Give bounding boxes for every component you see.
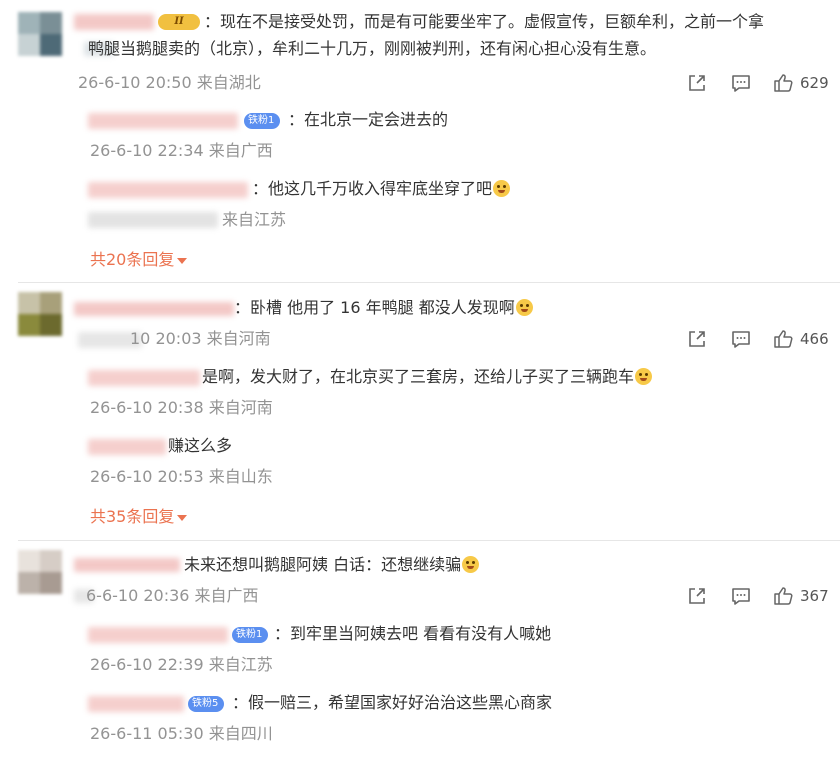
thumbs-up-icon[interactable] (772, 328, 794, 350)
share-icon[interactable] (686, 328, 708, 350)
divider (18, 540, 840, 541)
comment-text-content: 未来还想叫鹅腿阿姨 白话：还想继续骗 (184, 555, 462, 574)
emoji-icon (635, 368, 653, 385)
comment-text: ：现在不是接受处罚，而是有可能要坐牢了。虚假宣传，巨额牟利，之前一个拿 (204, 12, 765, 31)
reply-text: ：他这几千万收入得牢底坐穿了吧 (252, 178, 511, 200)
like-count: 466 (800, 330, 829, 348)
reply-text-content: ：他这几千万收入得牢底坐穿了吧 (252, 179, 493, 198)
reply-username-redacted[interactable] (88, 696, 184, 712)
chevron-down-icon (177, 257, 188, 264)
reply-meta: 26-6-10 22:39 来自江苏 (90, 655, 273, 674)
reply-meta: 26-6-11 05:30 来自四川 (90, 724, 273, 743)
username-redacted[interactable] (74, 14, 154, 30)
comment-icon[interactable] (730, 328, 752, 350)
comment-meta: 10 20:03 来自河南 (130, 329, 271, 348)
comment-text-line2: 鸭腿当鹅腿卖的（北京），牟利二十几万，刚刚被判刑，还有闲心担心没有生意。 (88, 39, 657, 58)
comment-text: 未来还想叫鹅腿阿姨 白话：还想继续骗 (184, 554, 480, 576)
more-replies-link[interactable]: 共35条回复 (90, 506, 188, 528)
comment-meta: 6-6-10 20:36 来自广西 (86, 586, 259, 605)
more-replies-label: 共20条回复 (90, 250, 175, 269)
reply-username-redacted[interactable] (88, 182, 248, 198)
reply-text: 是啊，发大财了，在北京买了三套房，还给儿子买了三辆跑车 (202, 366, 653, 388)
emoji-icon (462, 556, 480, 573)
reply-meta: 26-6-10 20:53 来自山东 (90, 467, 273, 486)
avatar[interactable] (18, 12, 62, 56)
reply-username-redacted[interactable] (88, 370, 200, 386)
comment-meta: 26-6-10 20:50 来自湖北 (78, 73, 261, 92)
reply-meta-redacted (88, 212, 218, 228)
share-icon[interactable] (686, 72, 708, 94)
reply-meta: 26-6-10 22:34 来自广西 (90, 141, 273, 160)
divider (18, 282, 840, 283)
emoji-icon (493, 180, 511, 197)
comment-text-content: ：卧槽 他用了 16 年鸭腿 都没人发现啊 (234, 298, 515, 317)
comment-text: ：卧槽 他用了 16 年鸭腿 都没人发现啊 (234, 297, 533, 319)
comment-icon[interactable] (730, 72, 752, 94)
reply-text-content: 是啊，发大财了，在北京买了三套房，还给儿子买了三辆跑车 (202, 367, 635, 386)
share-icon[interactable] (686, 585, 708, 607)
fan-badge: 铁粉1 (232, 627, 269, 643)
vip-badge: II (158, 14, 200, 30)
reply-text: 赚这么多 (168, 436, 233, 455)
like-count: 629 (800, 74, 829, 92)
avatar[interactable] (18, 550, 62, 594)
thumbs-up-icon[interactable] (772, 585, 794, 607)
more-replies-label: 共35条回复 (90, 507, 175, 526)
reply-username-redacted[interactable] (88, 439, 166, 455)
reply-text: ：假一赔三，希望国家好好治治这些黑心商家 (232, 693, 553, 712)
more-replies-link[interactable]: 共20条回复 (90, 249, 188, 271)
username-redacted[interactable] (74, 302, 234, 316)
avatar[interactable] (18, 292, 62, 336)
chevron-down-icon (177, 514, 188, 521)
emoji-icon (515, 299, 533, 316)
reply-text: ：在北京一定会进去的 (288, 110, 449, 129)
username-redacted[interactable] (74, 558, 180, 572)
fan-badge: 铁粉1 (244, 113, 281, 129)
reply-username-redacted[interactable] (88, 113, 238, 129)
reply-meta: 来自江苏 (222, 210, 287, 229)
reply-text: ：到牢里当阿姨去吧 看看有没有人喊她 (274, 624, 552, 643)
thumbs-up-icon[interactable] (772, 72, 794, 94)
like-count: 367 (800, 587, 829, 605)
comment-icon[interactable] (730, 585, 752, 607)
reply-username-redacted[interactable] (88, 627, 228, 643)
reply-meta: 26-6-10 20:38 来自河南 (90, 398, 273, 417)
fan-badge: 铁粉5 (188, 696, 225, 712)
